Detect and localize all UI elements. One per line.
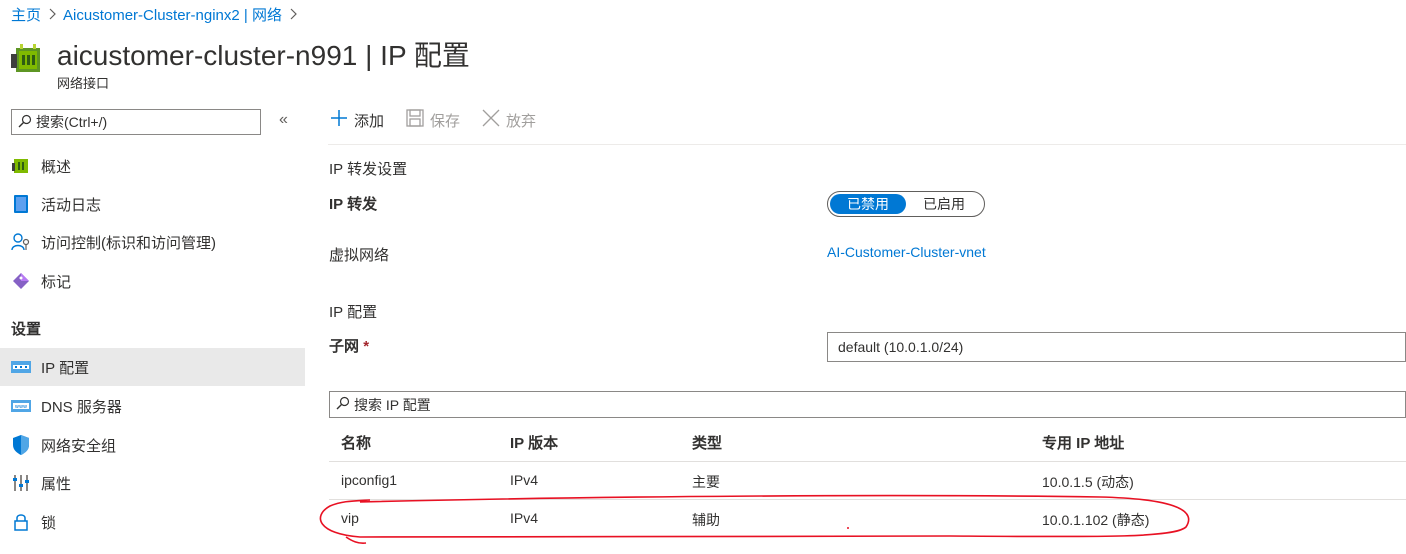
sidebar-item-tags[interactable]: 标记 [0,262,305,300]
activity-log-icon [11,194,31,214]
subnet-label-text: 子网 [329,338,360,355]
breadcrumb-resource-link[interactable]: Aicustomer-Cluster-nginx2 | 网络 [63,4,282,25]
network-interface-icon [11,44,45,76]
cell-type: 辅助 [692,512,720,528]
search-icon [336,396,350,413]
sidebar-section-settings: 设置 [11,321,42,338]
sidebar-item-access-control[interactable]: 访问控制(标识和访问管理) [0,223,305,261]
required-mark: * [363,338,370,355]
column-header-private-ip[interactable]: 专用 IP 地址 [1042,432,1124,453]
cell-private-ip: 10.0.1.5 (动态) [1042,474,1134,490]
toggle-enabled-option[interactable]: 已启用 [906,194,982,214]
toolbar-divider [328,144,1406,145]
page-subtitle: 网络接口 [57,76,110,91]
breadcrumb-home-link[interactable]: 主页 [11,4,41,25]
properties-icon [11,473,31,493]
svg-text:www: www [15,404,27,410]
sidebar-search-input[interactable]: 搜索(Ctrl+/) [11,109,261,135]
collapse-sidebar-button[interactable]: « [279,111,288,129]
sidebar-item-properties[interactable]: 属性 [0,464,305,502]
add-button-label: 添加 [354,112,385,130]
tag-icon [11,271,31,291]
sidebar-item-label: 锁 [41,514,57,532]
sidebar-search-placeholder: 搜索(Ctrl+/) [36,114,108,130]
add-button[interactable]: 添加 [330,109,384,131]
ip-config-section-title: IP 配置 [329,304,378,321]
ip-forwarding-toggle[interactable]: 已禁用 已启用 [827,191,985,217]
overview-icon [11,156,31,176]
subnet-select[interactable]: default (10.0.1.0/24) [827,332,1406,362]
toggle-disabled-option[interactable]: 已禁用 [830,194,906,214]
chevron-right-icon [288,7,298,23]
save-button-label: 保存 [430,112,461,130]
chevron-right-icon [47,7,57,23]
sidebar-item-ip-config[interactable]: IP 配置 [0,348,305,386]
cell-ip-version: IPv4 [510,510,539,526]
cell-private-ip: 10.0.1.102 (静态) [1042,512,1150,528]
lock-icon [11,512,31,532]
dns-icon: www [11,396,31,416]
sidebar-item-label: DNS 服务器 [41,398,122,416]
ip-config-search-placeholder: 搜索 IP 配置 [354,396,431,413]
subnet-label: 子网 * [329,335,369,356]
save-button[interactable]: 保存 [406,109,460,131]
ip-forwarding-label: IP 转发 [329,196,378,213]
table-row[interactable] [329,500,1406,538]
ip-forwarding-section-title: IP 转发设置 [329,161,408,178]
sidebar-item-locks[interactable]: 锁 [0,503,305,541]
vnet-link[interactable]: AI-Customer-Cluster-vnet [827,244,986,260]
search-icon [18,114,32,131]
column-header-name[interactable]: 名称 [341,432,371,453]
sidebar-item-label: 活动日志 [41,196,102,214]
access-control-icon [11,232,31,252]
cell-name[interactable]: vip [341,510,359,526]
sidebar-item-label: 概述 [41,158,72,176]
cell-name[interactable]: ipconfig1 [341,472,397,488]
command-bar: 添加 保存 放弃 [330,109,536,131]
plus-icon [330,109,348,131]
cell-ip-version: IPv4 [510,472,539,488]
save-icon [406,109,424,131]
breadcrumb: 主页 Aicustomer-Cluster-nginx2 | 网络 [11,4,298,25]
cell-type: 主要 [692,474,720,490]
sidebar-item-label: 网络安全组 [41,437,117,455]
column-header-type[interactable]: 类型 [692,432,722,453]
sidebar-item-label: 访问控制(标识和访问管理) [41,234,216,252]
sidebar-item-label: IP 配置 [41,359,90,377]
sidebar-item-label: 标记 [41,273,72,291]
vnet-label: 虚拟网络 [329,247,390,264]
sidebar-item-activity-log[interactable]: 活动日志 [0,185,305,223]
table-row[interactable] [329,462,1406,499]
shield-icon [11,435,31,455]
discard-button-label: 放弃 [506,112,537,130]
subnet-select-value: default (10.0.1.0/24) [838,339,964,355]
sidebar-item-label: 属性 [41,475,72,493]
ip-config-search-input[interactable]: 搜索 IP 配置 [329,391,1406,418]
sidebar-item-nsg[interactable]: 网络安全组 [0,426,305,464]
sidebar-item-overview[interactable]: 概述 [0,147,305,185]
page-title: aicustomer-cluster-n991 | IP 配置 [57,40,470,71]
close-icon [482,109,500,131]
column-header-ip-version[interactable]: IP 版本 [510,432,558,453]
sidebar-item-dns[interactable]: www DNS 服务器 [0,387,305,425]
discard-button[interactable]: 放弃 [482,109,536,131]
ip-config-icon [11,357,31,377]
